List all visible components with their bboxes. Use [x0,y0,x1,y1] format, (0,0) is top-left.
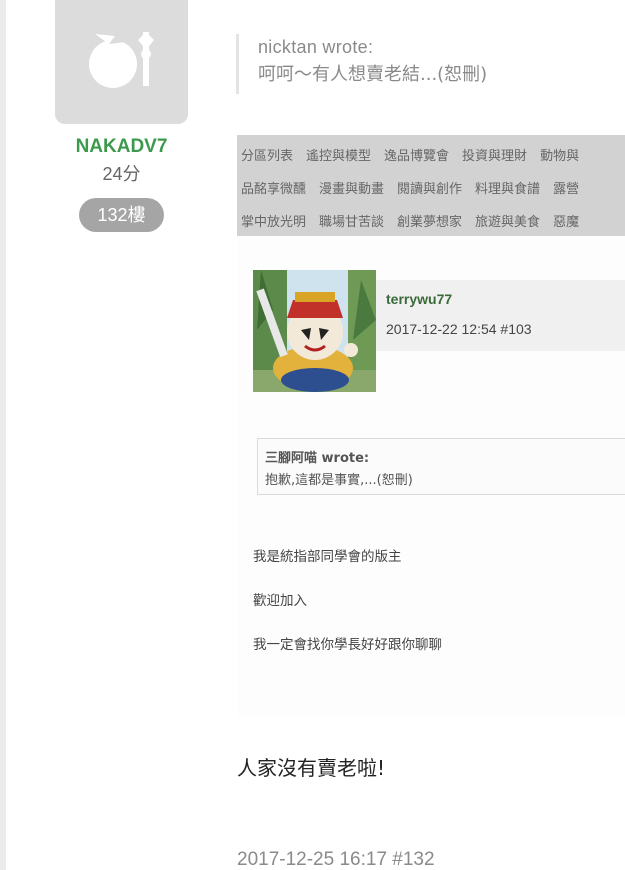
post-footer-timestamp: 2017-12-25 16:17 #132 [237,849,435,870]
nav-row: 分區列表 遙控與模型 逸品博覽會 投資與理財 動物與 [241,145,592,164]
embedded-screenshot: 分區列表 遙控與模型 逸品博覽會 投資與理財 動物與 品酩享微醺 漫畫與動畫 閱讀與創作 料理… [237,135,625,715]
inner-text-line: 歡迎加入 [253,593,307,609]
avatar[interactable] [55,0,188,124]
author-name[interactable]: NAKADV7 [55,136,188,158]
nav-item: 動物與 [540,149,580,164]
inner-text-line: 我是統指部同學會的版主 [253,549,402,565]
nav-item: 遙控與模型 [306,149,372,164]
nav-item: 分區列表 [241,149,294,164]
nav-item: 逸品博覽會 [384,149,450,164]
nav-item: 旅遊與美食 [475,215,541,230]
screenshot-post: terrywu77 2017-12-22 12:54 #103 三腳阿喵 wro… [237,236,625,715]
nav-row: 品酩享微醺 漫畫與動畫 閱讀與創作 料理與食譜 露營 [241,178,592,197]
author-score: 24分 [102,164,141,184]
nav-item: 職場甘苦談 [319,215,385,230]
nav-item: 品酩享微醺 [241,182,307,197]
left-rail [0,0,6,870]
nav-item: 創業夢想家 [397,215,463,230]
nav-item: 漫畫與動畫 [319,182,385,197]
nav-item: 投資與理財 [462,149,528,164]
inner-quote-block: 三腳阿喵 wrote: 抱歉,這都是事實,...(恕刪) [257,438,625,495]
quote-block: nicktan wrote: 呵呵～有人想賣老結...(恕刪) [236,34,487,94]
nav-item: 惡魔 [553,215,580,230]
inner-datetime: 2017-12-22 12:54 #103 [386,321,532,337]
inner-avatar-image [253,270,376,392]
quote-author: nicktan wrote: [258,37,374,57]
reply-text: 人家沒有賣老啦! [237,756,386,780]
inner-quote-author: 三腳阿喵 wrote: [265,451,370,466]
quote-text: 呵呵～有人想賣老結...(恕刪) [258,64,488,85]
default-avatar-icon [89,32,154,88]
nav-item: 掌中放光明 [241,215,307,230]
nav-row: 掌中放光明 職場甘苦談 創業夢想家 旅遊與美食 惡魔 [241,211,592,230]
inner-username: terrywu77 [386,291,453,307]
floor-badge[interactable]: 132樓 [79,198,164,232]
inner-quote-text: 抱歉,這都是事實,...(恕刪) [265,473,413,488]
inner-post-meta: terrywu77 2017-12-22 12:54 #103 [376,280,625,351]
screenshot-nav: 分區列表 遙控與模型 逸品博覽會 投資與理財 動物與 品酩享微醺 漫畫與動畫 閱讀與創作 料理… [237,135,625,236]
nav-item: 閱讀與創作 [397,182,463,197]
inner-text-line: 我一定會找你學長好好跟你聊聊 [253,637,442,653]
nav-item: 露營 [553,182,580,197]
nav-item: 料理與食譜 [475,182,541,197]
